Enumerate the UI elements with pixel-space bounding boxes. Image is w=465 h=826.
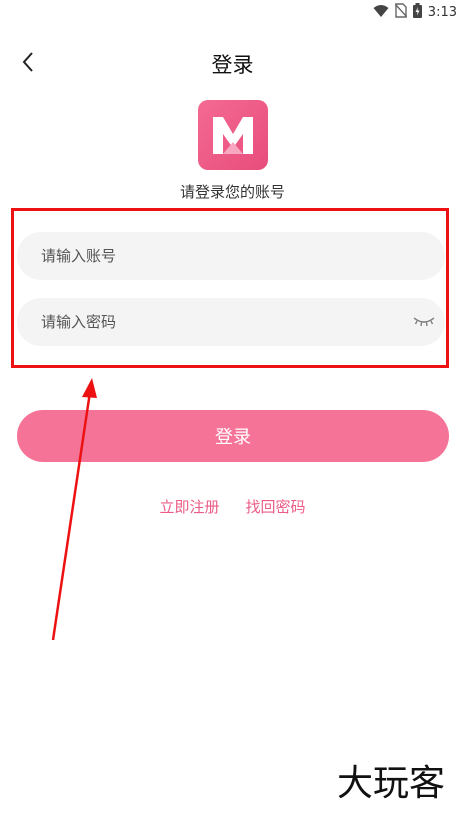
login-subtitle: 请登录您的账号: [179, 183, 285, 201]
page-title: 登录: [211, 53, 254, 77]
watermark-text: 大玩客: [336, 763, 445, 804]
annotation-highlight-box: [11, 208, 449, 368]
status-time: 3:13: [427, 5, 457, 20]
auth-links: 立即注册 找回密码: [0, 496, 465, 517]
battery-icon: [412, 3, 422, 22]
status-icons: 3:13: [373, 3, 457, 22]
app-logo: [198, 100, 268, 170]
no-sim-icon: [394, 3, 408, 22]
wifi-icon: [373, 3, 389, 22]
login-button[interactable]: 登录: [17, 410, 449, 462]
status-bar: 3:13: [0, 0, 465, 26]
m-logo-icon: [213, 117, 253, 154]
recover-password-link[interactable]: 找回密码: [246, 496, 306, 517]
register-link[interactable]: 立即注册: [159, 496, 219, 517]
